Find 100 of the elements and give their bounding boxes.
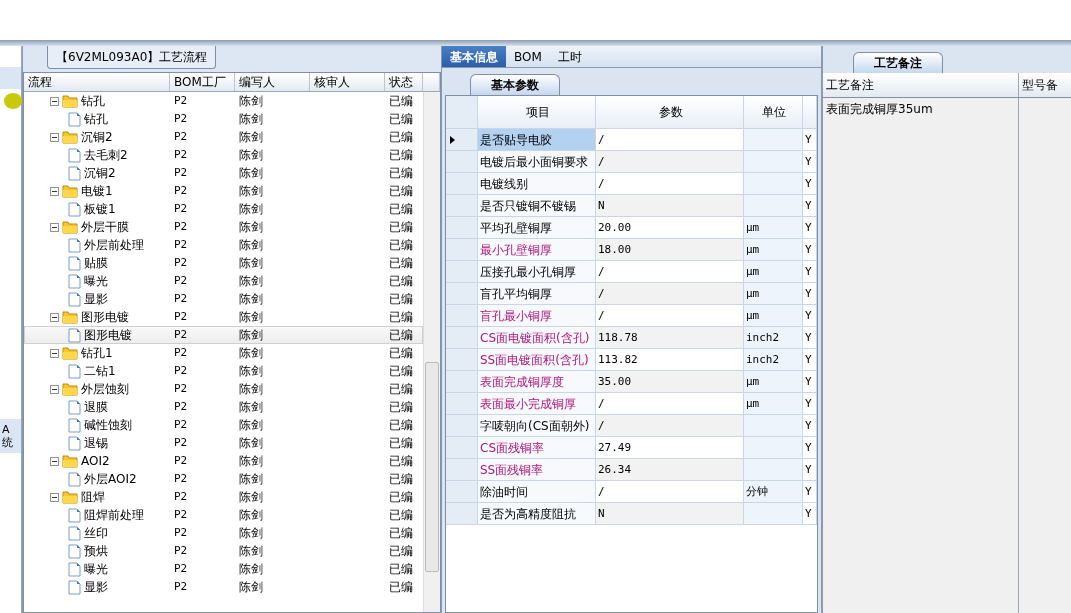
table-cell[interactable]: μm	[744, 305, 803, 326]
tree-row[interactable]: 预烘 P2 陈剑 已编	[24, 542, 423, 560]
tree-row[interactable]: 外层AOI2 P2 陈剑 已编	[24, 470, 423, 488]
table-cell[interactable]: 除油时间	[478, 481, 596, 502]
table-cell[interactable]: μm	[744, 239, 803, 260]
table-cell[interactable]: 最小孔壁铜厚	[478, 239, 596, 260]
table-cell[interactable]: SS面残铜率	[478, 459, 596, 480]
row-header[interactable]	[446, 129, 478, 150]
sub-tab[interactable]: 工艺备注	[853, 52, 943, 73]
tree-row[interactable]: 阻焊前处理 P2 陈剑 已编	[24, 506, 423, 524]
table-cell[interactable]: /	[596, 283, 744, 304]
tree-row[interactable]: 阻焊 P2 陈剑 已编	[24, 488, 423, 506]
tree-row[interactable]: 钻孔 P2 陈剑 已编	[24, 110, 423, 128]
table-cell[interactable]: 表面最小完成铜厚	[478, 393, 596, 414]
tree-row[interactable]: 退锡 P2 陈剑 已编	[24, 434, 423, 452]
table-cell[interactable]: inch2	[744, 327, 803, 348]
collapse-icon[interactable]	[50, 492, 59, 502]
table-cell[interactable]: 118.78	[596, 327, 744, 348]
column-header[interactable]: 型号备	[1019, 73, 1071, 97]
table-cell[interactable]: /	[596, 151, 744, 172]
table-cell[interactable]	[744, 173, 803, 194]
table-cell[interactable]	[744, 437, 803, 458]
column-header[interactable]: 编写人	[235, 73, 310, 91]
tree-row[interactable]: 板镀1 P2 陈剑 已编	[24, 200, 423, 218]
table-cell[interactable]: N	[596, 195, 744, 216]
tree-row[interactable]: 去毛刺2 P2 陈剑 已编	[24, 146, 423, 164]
collapse-icon[interactable]	[50, 222, 59, 232]
collapse-icon[interactable]	[50, 348, 59, 358]
table-cell[interactable]: 18.00	[596, 239, 744, 260]
table-cell[interactable]: 是否贴导电胶	[478, 129, 596, 150]
table-cell[interactable]: N	[596, 503, 744, 524]
table-cell[interactable]: μm	[744, 261, 803, 282]
tree-row[interactable]: 外层前处理 P2 陈剑 已编	[24, 236, 423, 254]
column-header[interactable]: 工艺备注	[823, 73, 1019, 97]
table-cell[interactable]	[744, 129, 803, 150]
collapse-icon[interactable]	[50, 132, 59, 142]
tree-row[interactable]: 沉铜2 P2 陈剑 已编	[24, 164, 423, 182]
table-cell[interactable]: /	[596, 415, 744, 436]
tree-row[interactable]: 曝光 P2 陈剑 已编	[24, 560, 423, 578]
tree-row[interactable]: 二钻1 P2 陈剑 已编	[24, 362, 423, 380]
column-header[interactable]: 核审人	[310, 73, 385, 91]
tree-row[interactable]: 钻孔 P2 陈剑 已编	[24, 92, 423, 110]
tree-row[interactable]: 退膜 P2 陈剑 已编	[24, 398, 423, 416]
table-cell[interactable]: CS面电镀面积(含孔)	[478, 327, 596, 348]
table-cell[interactable]: 字唛朝向(CS面朝外)	[478, 415, 596, 436]
table-cell[interactable]: 盲孔平均铜厚	[478, 283, 596, 304]
table-cell[interactable]: μm	[744, 371, 803, 392]
column-header[interactable]: BOM工厂	[170, 73, 235, 91]
sub-tab[interactable]: 基本参数	[470, 74, 560, 95]
tab[interactable]: BOM	[506, 46, 550, 67]
collapse-icon[interactable]	[50, 312, 59, 322]
table-cell[interactable]: μm	[744, 393, 803, 414]
tree-row[interactable]: 外层干膜 P2 陈剑 已编	[24, 218, 423, 236]
column-header[interactable]: 状态	[385, 73, 423, 91]
tree-row[interactable]: 电镀1 P2 陈剑 已编	[24, 182, 423, 200]
column-header[interactable]: 参数	[596, 96, 744, 128]
collapse-icon[interactable]	[50, 456, 59, 466]
tree-row[interactable]: 曝光 P2 陈剑 已编	[24, 272, 423, 290]
column-header[interactable]: 项目	[478, 96, 596, 128]
tree-row[interactable]: 外层蚀刻 P2 陈剑 已编	[24, 380, 423, 398]
tree-row[interactable]: 沉铜2 P2 陈剑 已编	[24, 128, 423, 146]
collapse-icon[interactable]	[50, 384, 59, 394]
tree-row[interactable]: 钻孔1 P2 陈剑 已编	[24, 344, 423, 362]
collapse-icon[interactable]	[50, 96, 59, 106]
scroll-thumb[interactable]	[425, 362, 439, 572]
table-cell[interactable]: 盲孔最小铜厚	[478, 305, 596, 326]
table-cell[interactable]: 35.00	[596, 371, 744, 392]
table-cell[interactable]: 表面完成铜厚度	[478, 371, 596, 392]
table-cell[interactable]: SS面电镀面积(含孔)	[478, 349, 596, 370]
table-cell[interactable]: CS面残铜率	[478, 437, 596, 458]
tree-row[interactable]: 图形电镀 P2 陈剑 已编	[24, 326, 423, 344]
tree-row[interactable]: 图形电镀 P2 陈剑 已编	[24, 308, 423, 326]
table-cell[interactable]: 是否只镀铜不镀锡	[478, 195, 596, 216]
table-cell[interactable]: μm	[744, 217, 803, 238]
table-cell[interactable]: 电镀后最小面铜要求	[478, 151, 596, 172]
tree-row[interactable]: 丝印 P2 陈剑 已编	[24, 524, 423, 542]
tree-row[interactable]: 贴膜 P2 陈剑 已编	[24, 254, 423, 272]
table-cell[interactable]: 平均孔壁铜厚	[478, 217, 596, 238]
table-cell[interactable]: 电镀线别	[478, 173, 596, 194]
table-cell[interactable]: 26.34	[596, 459, 744, 480]
tab[interactable]: 工时	[549, 46, 590, 67]
panel-tab[interactable]: 【6V2ML093A0】工艺流程	[47, 46, 217, 69]
tab[interactable]: 基本信息	[442, 46, 506, 67]
table-cell[interactable]	[744, 151, 803, 172]
table-cell[interactable]: 压接孔最小孔铜厚	[478, 261, 596, 282]
tree-row[interactable]: 碱性蚀刻 P2 陈剑 已编	[24, 416, 423, 434]
table-cell[interactable]	[744, 503, 803, 524]
table-cell[interactable]	[744, 459, 803, 480]
table-cell[interactable]: 分钟	[744, 481, 803, 502]
table-cell[interactable]	[744, 415, 803, 436]
table-cell[interactable]: μm	[744, 283, 803, 304]
corner-cell[interactable]	[446, 96, 478, 128]
column-header[interactable]: 流程	[24, 73, 170, 91]
tree-row[interactable]: 显影 P2 陈剑 已编	[24, 578, 423, 596]
column-header[interactable]: 单位	[744, 96, 803, 128]
table-cell[interactable]	[744, 195, 803, 216]
tree-row[interactable]: 显影 P2 陈剑 已编	[24, 290, 423, 308]
table-cell[interactable]: inch2	[744, 349, 803, 370]
scrollbar[interactable]	[423, 92, 440, 612]
table-cell[interactable]: 是否为高精度阻抗	[478, 503, 596, 524]
